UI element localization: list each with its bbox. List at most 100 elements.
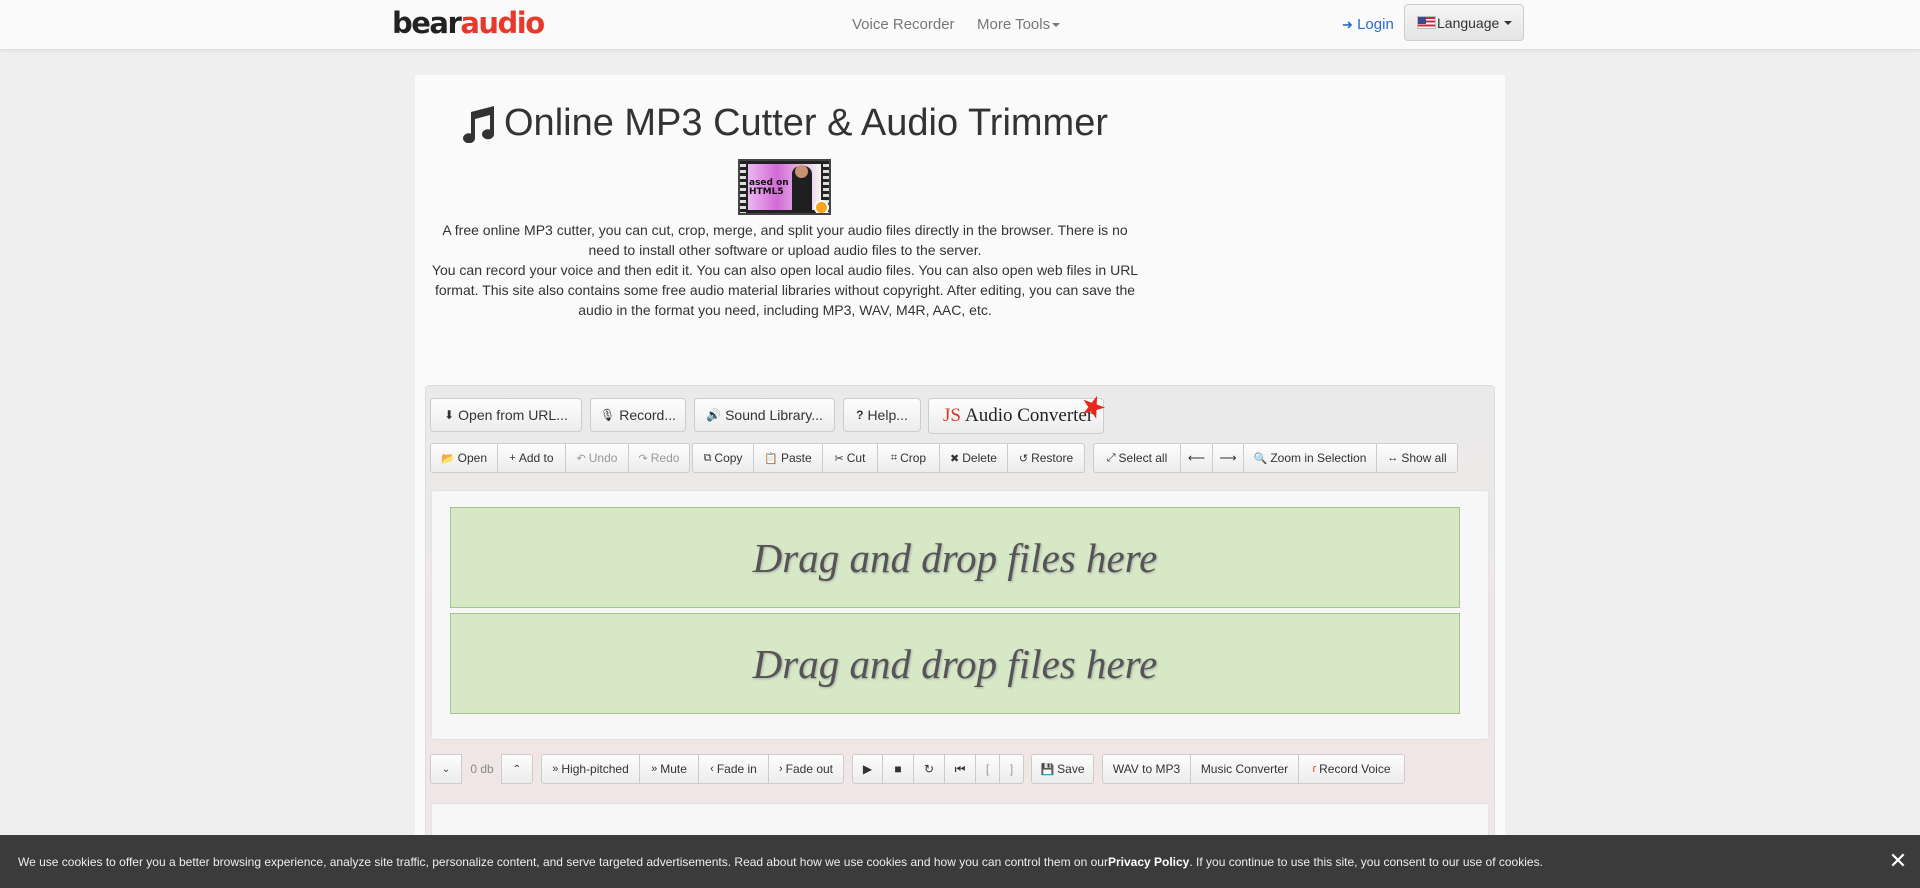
- volume-icon: 🔊: [706, 408, 722, 422]
- close-icon[interactable]: ✕: [1886, 849, 1910, 873]
- sound-library-label: Sound Library...: [725, 407, 823, 423]
- cookie-text-before: We use cookies to offer you a better bro…: [18, 854, 1108, 869]
- open-button[interactable]: 📂 Open: [430, 443, 498, 473]
- help-button[interactable]: ? Help...: [843, 398, 921, 432]
- js-audio-converter-button[interactable]: JS Audio Converter: [928, 398, 1104, 434]
- select-all-label: Select all: [1118, 451, 1168, 465]
- privacy-policy-link[interactable]: Privacy Policy: [1108, 855, 1189, 869]
- play-icon: ▶: [862, 762, 873, 776]
- download-icon: ⬇: [444, 408, 455, 422]
- undo-icon: ↶: [576, 452, 586, 465]
- wav-to-mp3-label: WAV to MP3: [1112, 762, 1181, 776]
- mark-end-button[interactable]: ]: [1000, 754, 1024, 784]
- paste-button[interactable]: 📋 Paste: [754, 443, 823, 473]
- mark-start-button[interactable]: [: [976, 754, 1000, 784]
- play-icon: [814, 200, 829, 213]
- fade-out-label: Fade out: [785, 762, 834, 776]
- double-chevron-up-icon: »: [552, 763, 559, 775]
- us-flag-icon: [1417, 16, 1436, 29]
- mute-button[interactable]: » Mute: [640, 754, 699, 784]
- close-icon: ✖: [950, 452, 960, 465]
- page-title: Online MP3 Cutter & Audio Trimmer: [460, 102, 1108, 145]
- record-label: Record...: [619, 407, 677, 423]
- delete-button[interactable]: ✖ Delete: [940, 443, 1008, 473]
- page-title-text: Online MP3 Cutter & Audio Trimmer: [504, 102, 1108, 144]
- loop-button[interactable]: ↻: [914, 754, 945, 784]
- track-2-dropzone[interactable]: Drag and drop files here: [450, 613, 1460, 714]
- redo-button[interactable]: ↷ Redo: [629, 443, 690, 473]
- step-backward-icon: ⏮: [954, 761, 966, 776]
- play-button[interactable]: ▶: [852, 754, 883, 784]
- record-button[interactable]: 🎙 Record...: [590, 398, 686, 432]
- add-to-label: Add to: [518, 451, 554, 465]
- fade-in-label: Fade in: [716, 762, 757, 776]
- save-button[interactable]: 💾 Save: [1031, 754, 1094, 784]
- chevron-up-icon: ⌃: [512, 763, 522, 775]
- open-from-url-label: Open from URL...: [458, 407, 568, 423]
- open-from-url-button[interactable]: ⬇ Open from URL...: [430, 398, 582, 432]
- zoom-in-selection-label: Zoom in Selection: [1270, 451, 1367, 465]
- chevron-left-icon: ‹: [710, 763, 714, 775]
- language-label: Language: [1437, 14, 1500, 31]
- plus-icon: +: [509, 452, 516, 464]
- crop-button[interactable]: ⌗ Crop: [878, 443, 940, 473]
- copy-icon: ⧉: [703, 451, 712, 464]
- video-caption-line2: HTML5: [749, 187, 784, 197]
- site-logo[interactable]: bear audio: [392, 6, 545, 40]
- crop-icon: ⌗: [890, 451, 898, 464]
- music-note-icon: [463, 105, 495, 143]
- language-dropdown[interactable]: Language: [1404, 4, 1524, 41]
- cut-button[interactable]: ✂ Cut: [823, 443, 878, 473]
- sound-library-button[interactable]: 🔊 Sound Library...: [694, 398, 835, 432]
- high-pitched-button[interactable]: » High-pitched: [541, 754, 640, 784]
- select-all-button[interactable]: ⤢ Select all: [1093, 443, 1181, 473]
- record-voice-button[interactable]: ɾ Record Voice: [1299, 754, 1405, 784]
- track-1-dropzone[interactable]: Drag and drop files here: [450, 507, 1460, 608]
- refresh-icon: ↻: [923, 762, 935, 776]
- cut-label: Cut: [846, 451, 866, 465]
- open-label: Open: [457, 451, 488, 465]
- help-label: Help...: [867, 407, 908, 423]
- nav-voice-recorder[interactable]: Voice Recorder: [852, 16, 955, 33]
- music-converter-label: Music Converter: [1200, 762, 1289, 776]
- volume-db-value: 0 db: [470, 762, 494, 776]
- rewind-button[interactable]: ⏮: [945, 754, 976, 784]
- scroll-left-button[interactable]: ⟵: [1181, 443, 1213, 473]
- add-to-button[interactable]: + Add to: [498, 443, 566, 473]
- mark-end-label: ]: [1009, 762, 1014, 776]
- wav-to-mp3-button[interactable]: WAV to MP3: [1102, 754, 1191, 784]
- question-icon: ?: [856, 408, 864, 422]
- fade-out-button[interactable]: › Fade out: [769, 754, 844, 784]
- undo-button[interactable]: ↶ Undo: [566, 443, 629, 473]
- double-chevron-down-icon: »: [651, 763, 658, 775]
- stop-icon: ■: [894, 762, 902, 776]
- music-converter-button[interactable]: Music Converter: [1191, 754, 1299, 784]
- scissors-icon: ✂: [834, 452, 844, 465]
- restore-button[interactable]: ↺ Restore: [1008, 443, 1085, 473]
- arrow-right-icon: ⟶: [1219, 451, 1237, 465]
- login-label: Login: [1357, 16, 1394, 33]
- show-all-button[interactable]: ↔ Show all: [1377, 443, 1458, 473]
- chevron-right-icon: ›: [778, 763, 783, 775]
- mute-label: Mute: [660, 762, 687, 776]
- undo-label: Undo: [588, 451, 618, 465]
- copy-button[interactable]: ⧉ Copy: [692, 443, 754, 473]
- volume-up-button[interactable]: ⌃: [501, 754, 533, 784]
- film-strip-left: [740, 161, 746, 213]
- microphone-icon: ɾ: [1312, 763, 1317, 775]
- copy-label: Copy: [714, 451, 743, 465]
- intro-video-thumbnail[interactable]: ased on HTML5: [738, 159, 831, 215]
- scroll-right-button[interactable]: ⟶: [1213, 443, 1244, 473]
- login-link[interactable]: ➜ Login: [1342, 16, 1394, 33]
- stop-button[interactable]: ■: [883, 754, 914, 784]
- history-icon: ↺: [1018, 452, 1029, 465]
- delete-label: Delete: [962, 451, 997, 465]
- crop-label: Crop: [900, 451, 927, 465]
- cookie-banner: We use cookies to offer you a better bro…: [0, 835, 1920, 888]
- nav-more-tools[interactable]: More Tools: [977, 16, 1061, 33]
- fade-in-button[interactable]: ‹ Fade in: [699, 754, 769, 784]
- zoom-in-selection-button[interactable]: 🔍 Zoom in Selection: [1244, 443, 1377, 473]
- chevron-down-icon: [1504, 20, 1513, 25]
- arrows-horizontal-icon: ↔: [1387, 452, 1399, 464]
- volume-down-button[interactable]: ⌄: [430, 754, 462, 784]
